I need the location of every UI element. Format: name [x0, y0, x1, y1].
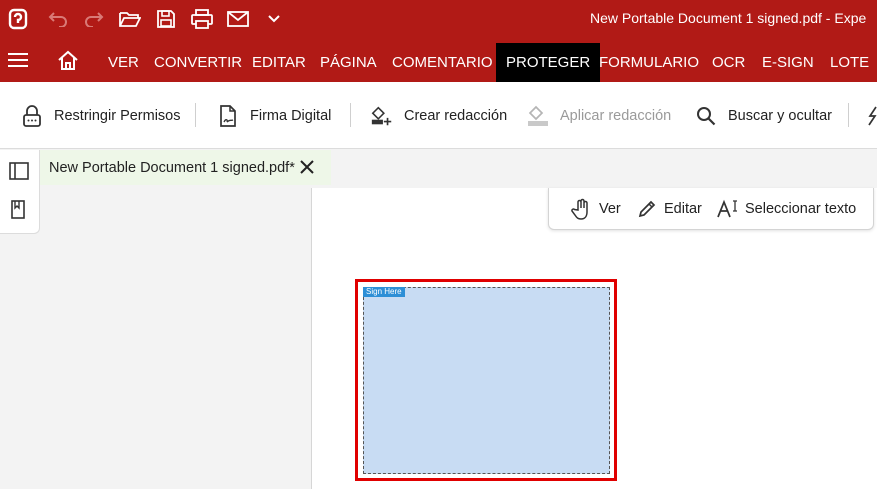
toolbar-divider — [195, 103, 196, 127]
lock-icon — [20, 104, 44, 128]
signature-pen-icon — [216, 104, 240, 128]
view-mode-label: Ver — [599, 201, 621, 217]
more-tools-icon[interactable] — [866, 82, 877, 149]
side-panel — [40, 188, 311, 489]
signature-field[interactable]: Sign Here — [355, 279, 617, 481]
close-icon[interactable] — [298, 158, 316, 176]
bookmark-icon[interactable] — [9, 200, 29, 220]
document-tab[interactable]: New Portable Document 1 signed.pdf* — [40, 150, 331, 185]
panel-toggle-icon[interactable] — [9, 162, 29, 182]
pencil-icon — [636, 198, 658, 220]
restrict-permissions-button[interactable]: Restringir Permisos — [20, 82, 181, 149]
redaction-marker-icon — [370, 104, 394, 128]
tab-e-sign[interactable]: E-SIGN — [762, 43, 814, 82]
select-text-mode-label: Seleccionar texto — [745, 201, 857, 217]
email-icon[interactable] — [220, 0, 256, 38]
create-redaction-label: Crear redacción — [404, 107, 508, 124]
sign-here-tag: Sign Here — [363, 287, 405, 297]
tab-convertir[interactable]: CONVERTIR — [154, 43, 242, 82]
edit-mode-button[interactable]: Editar — [636, 188, 702, 230]
tab-editar[interactable]: EDITAR — [252, 43, 306, 82]
mode-toolbar: Ver Editar Seleccionar texto — [548, 188, 874, 230]
select-text-mode-button[interactable]: Seleccionar texto — [717, 188, 856, 230]
eraser-icon — [526, 104, 550, 128]
ribbon-tabs: VER CONVERTIR EDITAR PÁGINA COMENTARIO P… — [0, 38, 877, 82]
document-tab-label: New Portable Document 1 signed.pdf* — [49, 159, 295, 176]
home-icon[interactable] — [57, 50, 79, 70]
toolbar-divider — [848, 103, 849, 127]
menu-icon[interactable] — [8, 52, 28, 68]
tab-proteger[interactable]: PROTEGER — [496, 43, 601, 82]
restrict-permissions-label: Restringir Permisos — [54, 107, 181, 124]
undo-icon[interactable] — [40, 0, 76, 38]
view-mode-button[interactable]: Ver — [571, 188, 621, 230]
print-icon[interactable] — [184, 0, 220, 38]
tab-lote[interactable]: LOTE — [830, 43, 869, 82]
tab-ocr[interactable]: OCR — [712, 43, 745, 82]
chevron-down-icon[interactable] — [256, 0, 292, 38]
tab-pagina[interactable]: PÁGINA — [320, 43, 377, 82]
tab-formulario[interactable]: FORMULARIO — [599, 43, 699, 82]
digital-signature-label: Firma Digital — [250, 107, 332, 124]
protect-toolbar: Restringir Permisos Firma Digital Crear … — [0, 82, 877, 149]
search-icon — [694, 104, 718, 128]
apply-redaction-label: Aplicar redacción — [560, 107, 672, 124]
open-folder-icon[interactable] — [112, 0, 148, 38]
digital-signature-button[interactable]: Firma Digital — [216, 82, 331, 149]
hand-icon — [571, 198, 593, 220]
toolbar-divider — [350, 103, 351, 127]
search-hide-label: Buscar y ocultar — [728, 107, 832, 124]
apply-redaction-button[interactable]: Aplicar redacción — [526, 82, 671, 149]
left-rail — [0, 150, 40, 234]
tab-ver[interactable]: VER — [108, 43, 139, 82]
signature-area[interactable] — [363, 287, 610, 474]
save-icon[interactable] — [148, 0, 184, 38]
window-title: New Portable Document 1 signed.pdf - Exp… — [590, 10, 867, 26]
text-cursor-icon — [717, 198, 739, 220]
edit-mode-label: Editar — [664, 201, 702, 217]
app-logo-icon[interactable] — [0, 0, 36, 38]
quick-access-toolbar — [0, 0, 292, 38]
tab-comentario[interactable]: COMENTARIO — [392, 43, 493, 82]
create-redaction-button[interactable]: Crear redacción — [370, 82, 507, 149]
redo-icon[interactable] — [76, 0, 112, 38]
search-hide-button[interactable]: Buscar y ocultar — [694, 82, 832, 149]
title-bar: New Portable Document 1 signed.pdf - Exp… — [0, 0, 877, 38]
